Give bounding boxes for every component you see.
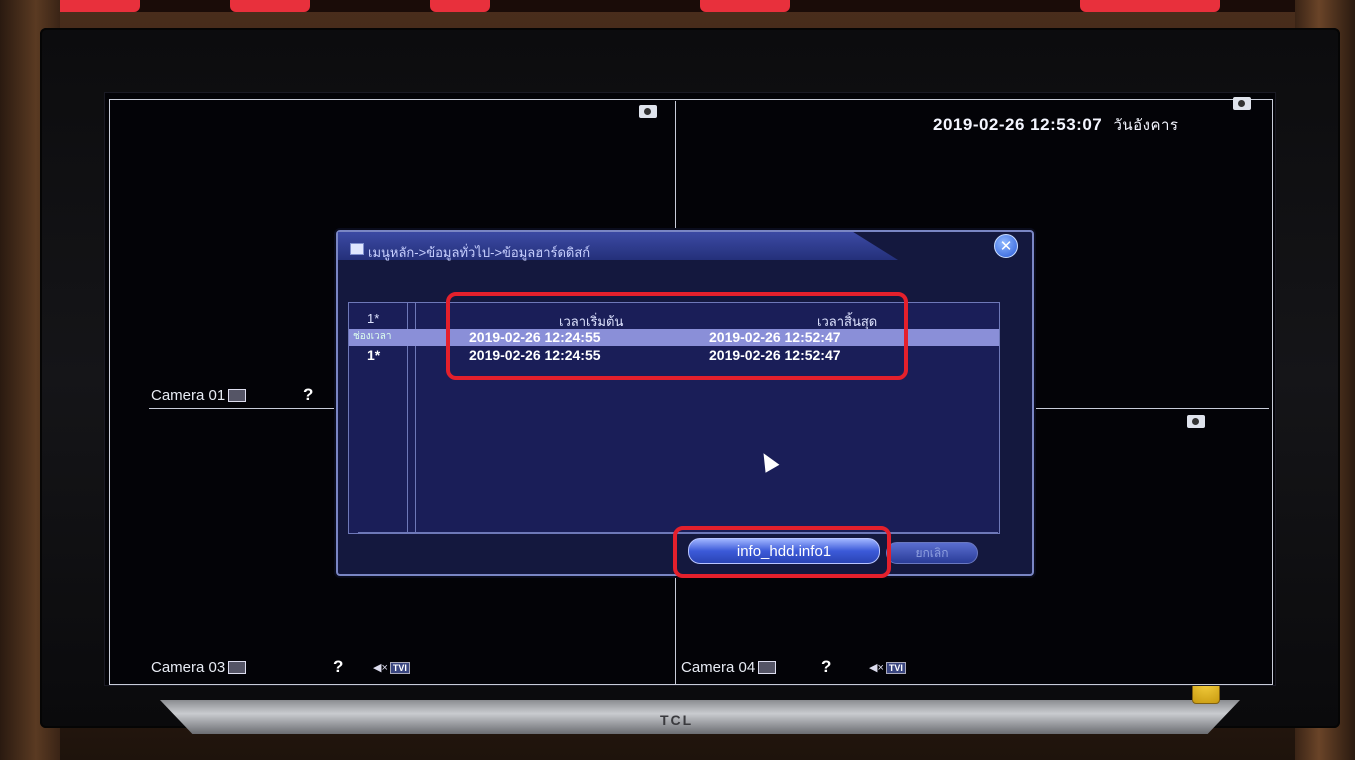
camera-name: Camera 04 [681, 659, 756, 676]
tv-bezel [160, 700, 1240, 734]
tvi-indicator: ◀× TVI [869, 661, 906, 674]
datetime-display: 2019-02-26 12:53:07 วันอังคาร [933, 113, 1179, 137]
dialog-breadcrumb: เมนูหลัก->ข้อมูลทั่วไป->ข้อมูลฮาร์ดดิสก์ [368, 245, 591, 260]
row-index: 1* [367, 347, 381, 363]
row-index: ช่องเวลา [353, 331, 392, 342]
snapshot-icon[interactable] [1187, 415, 1205, 428]
weekday: วันอังคาร [1113, 117, 1179, 134]
camera-name: Camera 03 [151, 659, 226, 676]
audio-muted-icon: ◀× [373, 662, 388, 674]
hdd-info-dialog: เมนูหลัก->ข้อมูลทั่วไป->ข้อมูลฮาร์ดดิสก์… [336, 230, 1034, 576]
no-signal-icon: ? [303, 385, 314, 404]
camera-label-03[interactable]: Camera 03 [151, 659, 247, 676]
close-button[interactable]: ✕ [994, 234, 1018, 258]
snapshot-icon[interactable] [639, 105, 657, 118]
record-badge-icon [758, 661, 777, 674]
no-signal-icon: ? [821, 657, 832, 676]
snapshot-icon[interactable] [1233, 97, 1251, 110]
audio-muted-icon: ◀× [869, 662, 884, 674]
record-badge-icon [228, 661, 247, 674]
menu-icon [350, 243, 364, 255]
record-badge-icon [228, 389, 247, 402]
header-index: 1* [367, 311, 380, 326]
tv-brand: TCL [660, 712, 694, 728]
camera-name: Camera 01 [151, 387, 226, 404]
highlight-time-table [446, 292, 908, 380]
red-banner [0, 0, 1355, 12]
camera-label-04[interactable]: Camera 04 [681, 659, 777, 676]
tvi-label: TVI [885, 661, 906, 674]
cancel-button[interactable]: ยกเลิก [886, 542, 978, 564]
datetime-value: 2019-02-26 12:53:07 [933, 115, 1103, 134]
tvi-label: TVI [389, 661, 410, 674]
highlight-info-button [673, 526, 891, 578]
tvi-indicator: ◀× TVI [373, 661, 410, 674]
camera-label-01[interactable]: Camera 01 [151, 387, 247, 404]
no-signal-icon: ? [333, 657, 344, 676]
